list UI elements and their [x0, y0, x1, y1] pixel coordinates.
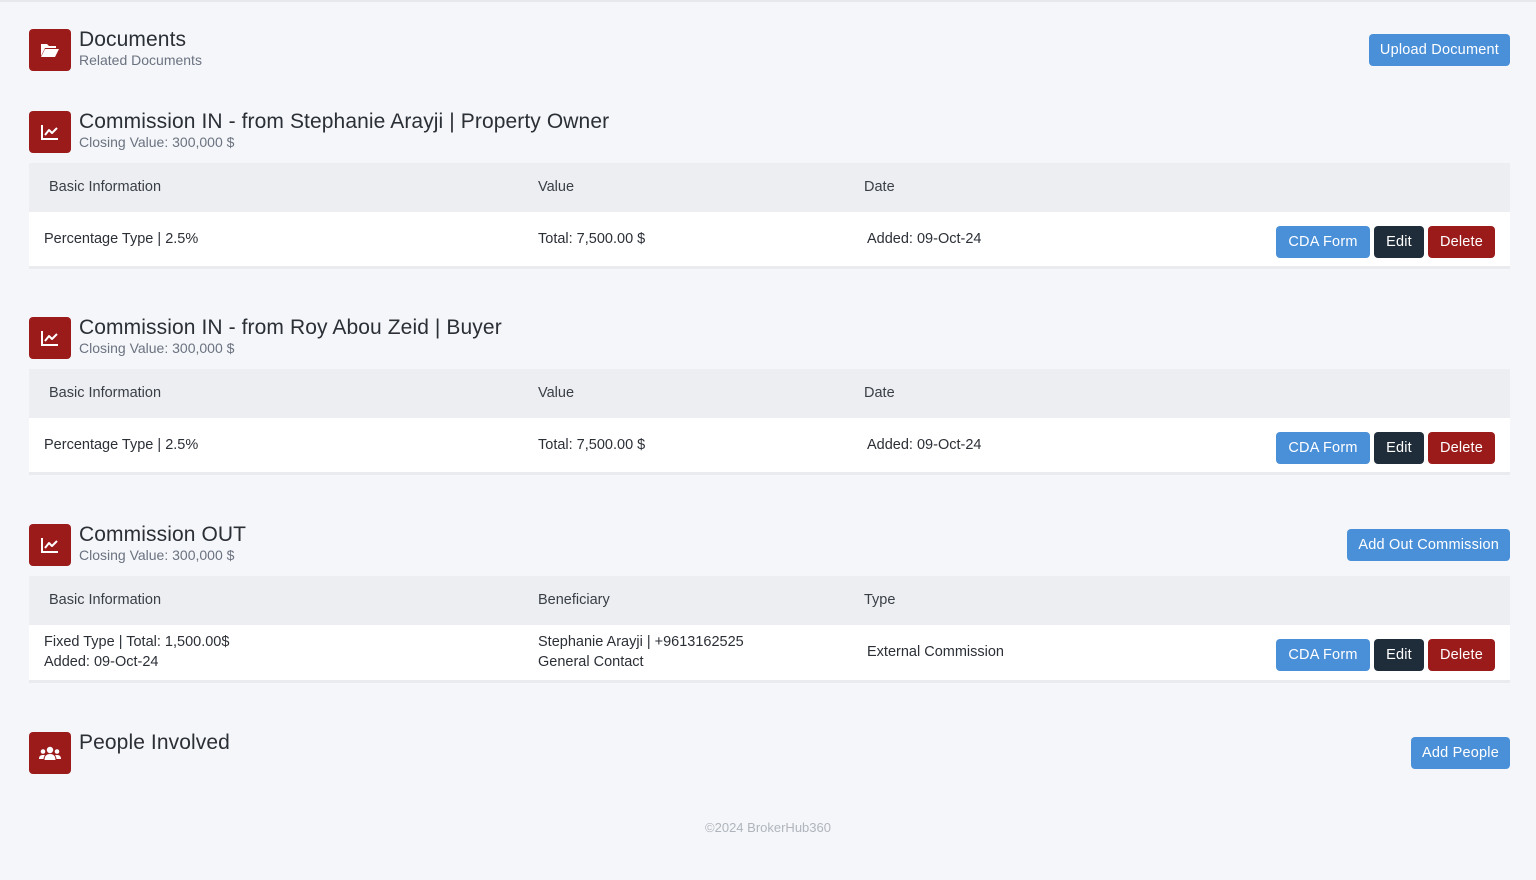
column-header-date: Date	[864, 385, 895, 401]
delete-button[interactable]: Delete	[1428, 639, 1495, 671]
basic-information-line-2: Added: 09-Oct-24	[44, 654, 159, 670]
date-cell: Added: 09-Oct-24	[867, 231, 982, 247]
documents-subtitle: Related Documents	[79, 52, 202, 68]
top-divider	[0, 0, 1536, 2]
commission-in-section-2: Commission IN - from Roy Abou Zeid | Buy…	[29, 316, 1510, 475]
table-row: Percentage Type | 2.5% Total: 7,500.00 $…	[29, 212, 1510, 269]
documents-header: Documents Related Documents Upload Docum…	[29, 28, 1510, 71]
commission-in-2-title: Commission IN - from Roy Abou Zeid | Buy…	[79, 316, 502, 339]
column-header-value: Value	[538, 385, 575, 401]
edit-button[interactable]: Edit	[1374, 432, 1424, 464]
delete-button[interactable]: Delete	[1428, 226, 1495, 258]
row-actions: CDA Form Edit Delete	[1276, 432, 1495, 464]
value-cell: Total: 7,500.00 $	[538, 231, 646, 247]
commission-in-2-closing-value: Closing Value: 300,000 $	[79, 340, 235, 356]
commission-out-table: Basic Information Beneficiary Type Fixed…	[29, 576, 1510, 683]
edit-button[interactable]: Edit	[1374, 639, 1424, 671]
table-row: Percentage Type | 2.5% Total: 7,500.00 $…	[29, 418, 1510, 475]
date-cell: Added: 09-Oct-24	[867, 437, 982, 453]
beneficiary-name-phone: Stephanie Arayji | +9613162525	[538, 634, 744, 650]
delete-button[interactable]: Delete	[1428, 432, 1495, 464]
users-icon	[29, 732, 71, 774]
commission-out-title: Commission OUT	[79, 523, 247, 546]
value-cell: Total: 7,500.00 $	[538, 437, 646, 453]
chart-line-icon	[29, 524, 71, 566]
commission-out-section: Commission OUT Closing Value: 300,000 $ …	[29, 523, 1510, 683]
edit-button[interactable]: Edit	[1374, 226, 1424, 258]
cda-form-button[interactable]: CDA Form	[1276, 432, 1370, 464]
people-involved-title: People Involved	[79, 731, 230, 754]
commission-in-section-1: Commission IN - from Stephanie Arayji | …	[29, 110, 1510, 269]
documents-title: Documents	[79, 28, 187, 51]
commission-in-1-title: Commission IN - from Stephanie Arayji | …	[79, 110, 610, 133]
commission-out-closing-value: Closing Value: 300,000 $	[79, 547, 235, 563]
table-header: Basic Information Value Date	[29, 163, 1510, 212]
basic-information-cell: Percentage Type | 2.5%	[44, 231, 199, 247]
chart-line-icon	[29, 111, 71, 153]
cda-form-button[interactable]: CDA Form	[1276, 226, 1370, 258]
column-header-type: Type	[864, 592, 896, 608]
beneficiary-contact-type: General Contact	[538, 654, 644, 670]
column-header-value: Value	[538, 179, 575, 195]
table-row: Fixed Type | Total: 1,500.00$ Added: 09-…	[29, 625, 1510, 683]
basic-information-line-1: Fixed Type | Total: 1,500.00$	[44, 634, 230, 650]
documents-section: Documents Related Documents Upload Docum…	[29, 28, 1510, 71]
commission-in-2-table: Basic Information Value Date Percentage …	[29, 369, 1510, 475]
column-header-basic-information: Basic Information	[49, 592, 162, 608]
table-header: Basic Information Beneficiary Type	[29, 576, 1510, 625]
people-involved-section: People Involved Add People	[29, 731, 1510, 774]
table-header: Basic Information Value Date	[29, 369, 1510, 418]
column-header-basic-information: Basic Information	[49, 385, 162, 401]
commission-in-1-closing-value: Closing Value: 300,000 $	[79, 134, 235, 150]
folder-open-icon	[29, 29, 71, 71]
row-actions: CDA Form Edit Delete	[1276, 226, 1495, 258]
people-involved-header: People Involved Add People	[29, 731, 1510, 774]
column-header-basic-information: Basic Information	[49, 179, 162, 195]
add-out-commission-button[interactable]: Add Out Commission	[1347, 529, 1510, 561]
commission-in-2-header: Commission IN - from Roy Abou Zeid | Buy…	[29, 316, 1510, 359]
commission-in-1-table: Basic Information Value Date Percentage …	[29, 163, 1510, 269]
commission-out-header: Commission OUT Closing Value: 300,000 $ …	[29, 523, 1510, 566]
chart-line-icon	[29, 317, 71, 359]
column-header-beneficiary: Beneficiary	[538, 592, 610, 608]
footer-copyright: ©2024 BrokerHub360	[705, 820, 831, 835]
basic-information-cell: Percentage Type | 2.5%	[44, 437, 199, 453]
cda-form-button[interactable]: CDA Form	[1276, 639, 1370, 671]
type-cell: External Commission	[867, 644, 1004, 660]
commission-in-1-header: Commission IN - from Stephanie Arayji | …	[29, 110, 1510, 153]
upload-document-button[interactable]: Upload Document	[1368, 34, 1510, 66]
column-header-date: Date	[864, 179, 895, 195]
row-actions: CDA Form Edit Delete	[1276, 639, 1495, 671]
add-people-button[interactable]: Add People	[1411, 737, 1510, 769]
